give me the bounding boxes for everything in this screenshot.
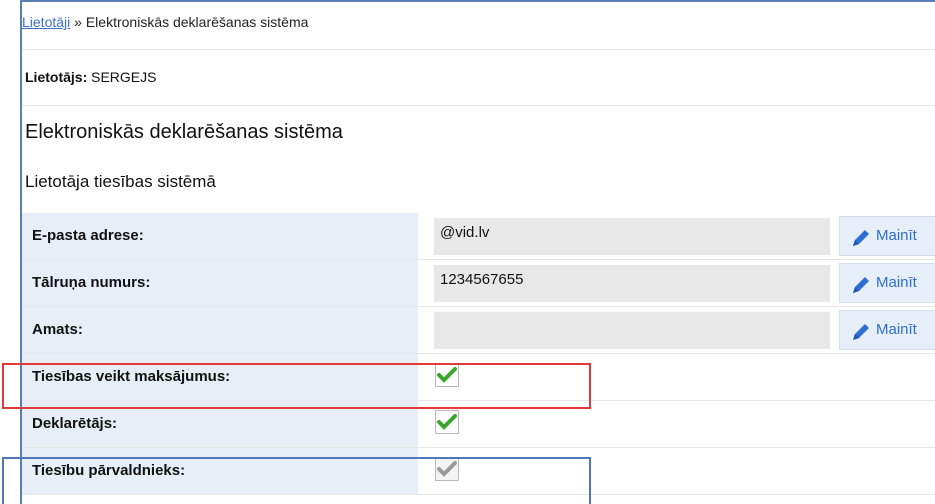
pencil-icon: [850, 226, 872, 264]
edit-label: Mainīt: [876, 274, 917, 291]
user-label: Lietotājs:: [25, 69, 88, 85]
divider: [22, 105, 935, 106]
rights-manager-checkbox[interactable]: [435, 457, 459, 481]
right-row-payments: Tiesības veikt maksājumus:: [22, 354, 935, 401]
checkmark-icon: [437, 461, 457, 477]
edit-label: Mainīt: [876, 321, 917, 338]
field-label: Amats:: [22, 307, 418, 353]
right-label: Deklarētājs:: [22, 401, 418, 447]
user-line: Lietotājs: SERGEJS: [25, 69, 156, 85]
email-value: @vid.lv: [434, 218, 830, 255]
right-row-rights-manager: Tiesību pārvaldnieks:: [22, 448, 935, 495]
right-row-declarant: Deklarētājs:: [22, 401, 935, 448]
right-label: Tiesību pārvaldnieks:: [22, 448, 418, 494]
checkmark-icon: [437, 367, 457, 383]
field-row-phone: Tālruņa numurs: 1234567655 Mainīt: [22, 260, 935, 307]
declarant-checkbox[interactable]: [435, 410, 459, 434]
field-label: Tālruņa numurs:: [22, 260, 418, 306]
section-title: Lietotāja tiesības sistēmā: [25, 172, 216, 191]
edit-phone-button[interactable]: Mainīt: [839, 263, 935, 303]
field-label: E-pasta adrese:: [22, 213, 418, 259]
breadcrumb-link-users[interactable]: Lietotāji: [22, 14, 70, 30]
pencil-icon: [850, 273, 872, 311]
payments-checkbox[interactable]: [435, 363, 459, 387]
phone-value: 1234567655: [434, 265, 830, 302]
position-value: [434, 312, 830, 349]
user-name: SERGEJS: [87, 69, 157, 85]
breadcrumb: Lietotāji » Elektroniskās deklarēšanas s…: [22, 14, 308, 30]
pencil-icon: [850, 320, 872, 358]
right-label: Tiesības veikt maksājumus:: [22, 354, 418, 400]
breadcrumb-separator: »: [70, 14, 86, 30]
edit-position-button[interactable]: Mainīt: [839, 310, 935, 350]
divider: [22, 49, 935, 50]
edit-email-button[interactable]: Mainīt: [839, 216, 935, 256]
checkmark-icon: [437, 414, 457, 430]
page-title: Elektroniskās deklarēšanas sistēma: [25, 121, 343, 143]
breadcrumb-current: Elektroniskās deklarēšanas sistēma: [85, 14, 309, 30]
field-row-email: E-pasta adrese: @vid.lv Mainīt: [22, 213, 935, 260]
rights-table: E-pasta adrese: @vid.lv Mainīt Tālruņa n…: [22, 213, 935, 495]
edit-label: Mainīt: [876, 227, 917, 244]
field-row-position: Amats: Mainīt: [22, 307, 935, 354]
